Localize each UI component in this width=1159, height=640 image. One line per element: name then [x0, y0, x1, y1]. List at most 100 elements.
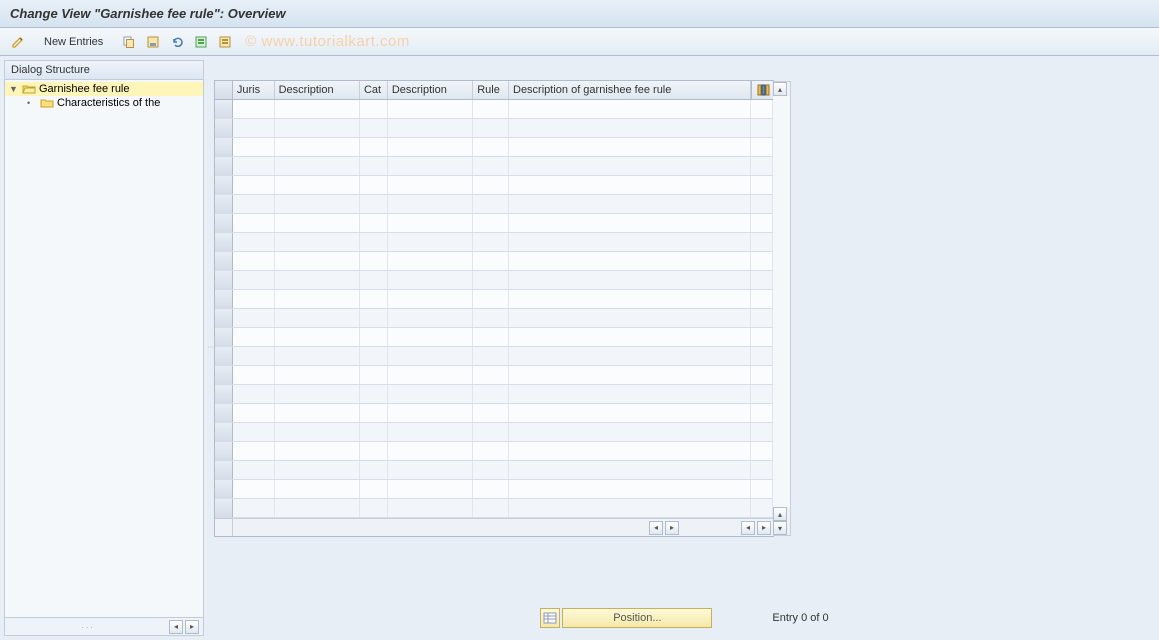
cell-description[interactable] [388, 176, 473, 194]
cell-description[interactable] [509, 252, 751, 270]
cell-description[interactable] [509, 423, 751, 441]
row-selector[interactable] [215, 423, 233, 441]
cell-rule[interactable] [473, 480, 509, 498]
cell-rule[interactable] [473, 347, 509, 365]
collapse-icon[interactable]: ▼ [9, 84, 19, 94]
cell-description[interactable] [275, 309, 360, 327]
cell-juris[interactable] [233, 214, 275, 232]
cell-description[interactable] [275, 328, 360, 346]
row-selector-header[interactable] [215, 81, 233, 99]
row-selector[interactable] [215, 119, 233, 137]
row-selector[interactable] [215, 290, 233, 308]
row-selector[interactable] [215, 309, 233, 327]
grip-icon[interactable]: ∙∙∙ [9, 622, 167, 632]
cell-juris[interactable] [233, 480, 275, 498]
cell-cat[interactable] [360, 347, 388, 365]
cell-description[interactable] [275, 347, 360, 365]
row-selector[interactable] [215, 252, 233, 270]
scroll-right-icon[interactable]: ▸ [185, 620, 199, 634]
row-selector[interactable] [215, 214, 233, 232]
row-selector[interactable] [215, 328, 233, 346]
table-row[interactable] [215, 252, 773, 271]
table-row[interactable] [215, 195, 773, 214]
column-header-rule[interactable]: Rule [473, 81, 509, 99]
table-row[interactable] [215, 442, 773, 461]
cell-cat[interactable] [360, 461, 388, 479]
cell-description[interactable] [509, 366, 751, 384]
row-selector[interactable] [215, 233, 233, 251]
cell-description[interactable] [275, 385, 360, 403]
table-row[interactable] [215, 347, 773, 366]
cell-cat[interactable] [360, 100, 388, 118]
cell-description[interactable] [388, 404, 473, 422]
scroll-track[interactable] [773, 96, 790, 507]
row-selector[interactable] [215, 480, 233, 498]
cell-description[interactable] [509, 176, 751, 194]
cell-description[interactable] [388, 214, 473, 232]
table-row[interactable] [215, 119, 773, 138]
undo-icon[interactable] [167, 32, 187, 52]
cell-description[interactable] [388, 366, 473, 384]
cell-description[interactable] [509, 119, 751, 137]
column-header-juris[interactable]: Juris [233, 81, 275, 99]
cell-description[interactable] [509, 195, 751, 213]
table-row[interactable] [215, 138, 773, 157]
cell-description[interactable] [388, 328, 473, 346]
cell-rule[interactable] [473, 157, 509, 175]
table-row[interactable] [215, 461, 773, 480]
cell-cat[interactable] [360, 271, 388, 289]
table-row[interactable] [215, 385, 773, 404]
cell-juris[interactable] [233, 404, 275, 422]
scroll-right-icon[interactable]: ▸ [665, 521, 679, 535]
cell-rule[interactable] [473, 442, 509, 460]
cell-description[interactable] [275, 423, 360, 441]
cell-cat[interactable] [360, 328, 388, 346]
cell-description[interactable] [388, 233, 473, 251]
cell-description[interactable] [388, 423, 473, 441]
cell-description[interactable] [388, 252, 473, 270]
cell-description[interactable] [388, 499, 473, 517]
cell-cat[interactable] [360, 138, 388, 156]
cell-juris[interactable] [233, 385, 275, 403]
cell-cat[interactable] [360, 385, 388, 403]
save-variant-icon[interactable] [143, 32, 163, 52]
cell-description[interactable] [509, 404, 751, 422]
scroll-up-icon[interactable]: ▴ [773, 82, 787, 96]
table-row[interactable] [215, 328, 773, 347]
cell-rule[interactable] [473, 214, 509, 232]
cell-description[interactable] [388, 271, 473, 289]
cell-cat[interactable] [360, 252, 388, 270]
row-selector[interactable] [215, 385, 233, 403]
cell-juris[interactable] [233, 271, 275, 289]
scroll-left-icon[interactable]: ◂ [741, 521, 755, 535]
cell-juris[interactable] [233, 442, 275, 460]
scroll-left-icon[interactable]: ◂ [169, 620, 183, 634]
cell-description[interactable] [275, 138, 360, 156]
cell-cat[interactable] [360, 499, 388, 517]
row-selector[interactable] [215, 366, 233, 384]
cell-description[interactable] [388, 290, 473, 308]
cell-rule[interactable] [473, 100, 509, 118]
cell-rule[interactable] [473, 423, 509, 441]
scroll-up-icon[interactable]: ▴ [773, 507, 787, 521]
cell-rule[interactable] [473, 404, 509, 422]
row-selector[interactable] [215, 404, 233, 422]
row-selector[interactable] [215, 442, 233, 460]
row-selector[interactable] [215, 176, 233, 194]
cell-description[interactable] [509, 461, 751, 479]
cell-description[interactable] [275, 252, 360, 270]
cell-rule[interactable] [473, 385, 509, 403]
cell-cat[interactable] [360, 214, 388, 232]
table-row[interactable] [215, 100, 773, 119]
cell-description[interactable] [509, 328, 751, 346]
scroll-right-icon[interactable]: ▸ [757, 521, 771, 535]
cell-juris[interactable] [233, 366, 275, 384]
cell-juris[interactable] [233, 176, 275, 194]
cell-description[interactable] [388, 442, 473, 460]
table-row[interactable] [215, 404, 773, 423]
cell-description[interactable] [275, 499, 360, 517]
cell-cat[interactable] [360, 157, 388, 175]
cell-description[interactable] [388, 309, 473, 327]
cell-description[interactable] [509, 214, 751, 232]
cell-rule[interactable] [473, 328, 509, 346]
